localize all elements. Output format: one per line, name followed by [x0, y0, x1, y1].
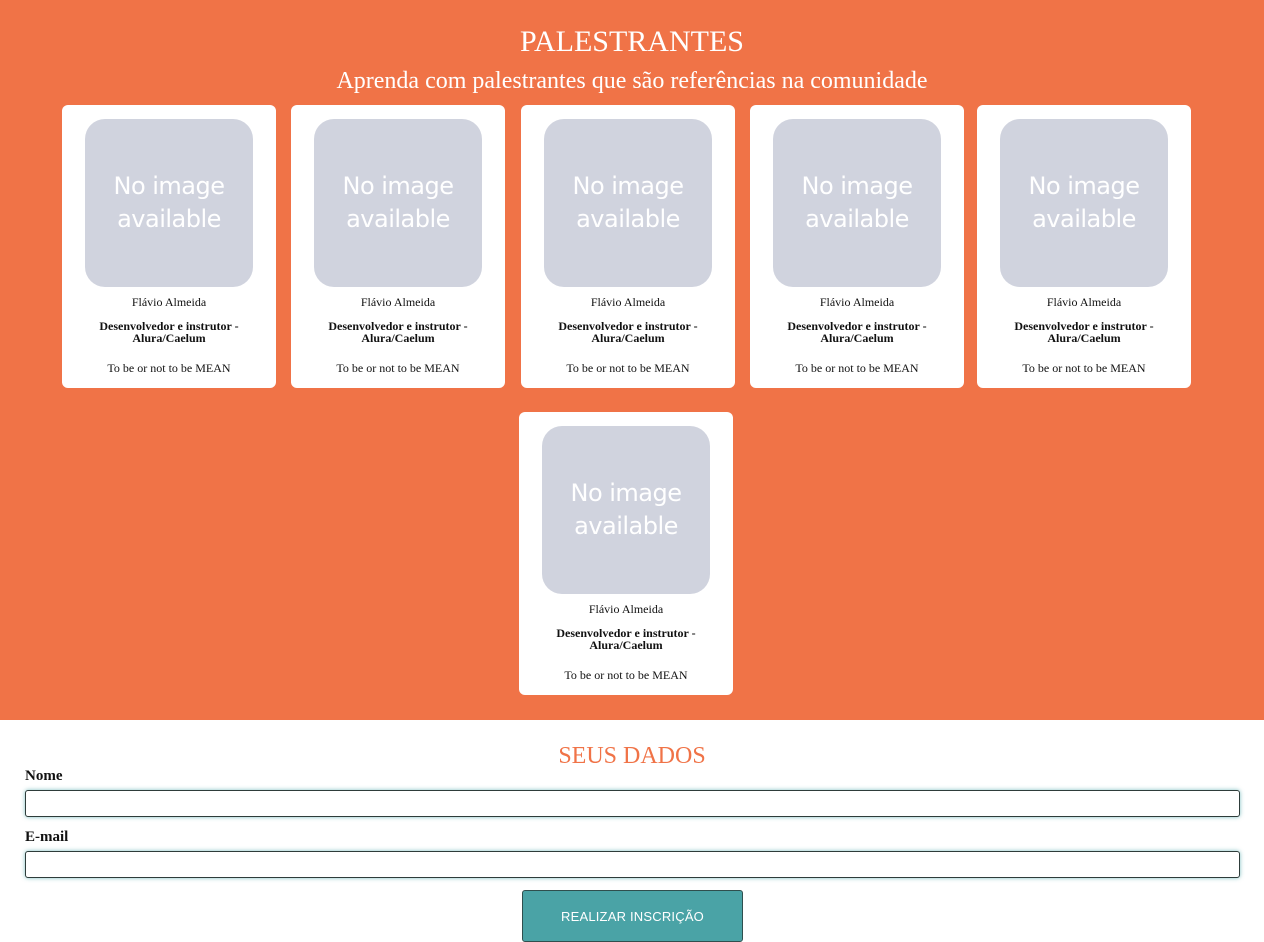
speaker-role: Desenvolvedor e instrutor - Alura/Caelum — [558, 319, 698, 345]
speaker-talk: To be or not to be MEAN — [795, 361, 919, 375]
speaker-role: Desenvolvedor e instrutor - Alura/Caelum — [328, 319, 468, 345]
speaker-name: Flávio Almeida — [819, 295, 895, 309]
speaker-role: Desenvolvedor e instrutor - Alura/Caelum — [99, 319, 239, 345]
speaker-photo-placeholder: No image available — [314, 119, 482, 287]
submit-registration-button[interactable]: REALIZAR INSCRIÇÃO — [522, 890, 743, 942]
speaker-photo-placeholder: No image available — [773, 119, 941, 287]
name-label: Nome — [25, 768, 63, 784]
speaker-name: Flávio Almeida — [1046, 295, 1122, 309]
speaker-card: No image available Flávio Almeida Desenv… — [977, 105, 1191, 388]
speakers-section: PALESTRANTES Aprenda com palestrantes qu… — [0, 0, 1264, 720]
email-input[interactable] — [25, 851, 1240, 878]
speaker-name: Flávio Almeida — [590, 295, 666, 309]
speaker-card: No image available Flávio Almeida Desenv… — [291, 105, 505, 388]
email-label: E-mail — [25, 829, 69, 845]
speaker-role: Desenvolvedor e instrutor - Alura/Caelum — [787, 319, 927, 345]
speakers-subtitle: Aprenda com palestrantes que são referên… — [336, 68, 928, 94]
speaker-role: Desenvolvedor e instrutor - Alura/Caelum — [1014, 319, 1154, 345]
speaker-photo-placeholder: No image available — [85, 119, 253, 287]
speaker-card: No image available Flávio Almeida Desenv… — [62, 105, 276, 388]
speaker-name: Flávio Almeida — [131, 295, 207, 309]
speaker-name: Flávio Almeida — [588, 602, 664, 616]
speaker-name: Flávio Almeida — [360, 295, 436, 309]
speaker-photo-placeholder: No image available — [544, 119, 712, 287]
speaker-talk: To be or not to be MEAN — [336, 361, 460, 375]
speaker-talk: To be or not to be MEAN — [564, 668, 688, 682]
form-title: SEUS DADOS — [558, 743, 706, 769]
speaker-talk: To be or not to be MEAN — [107, 361, 231, 375]
speaker-role: Desenvolvedor e instrutor - Alura/Caelum — [556, 626, 696, 652]
name-input[interactable] — [25, 790, 1240, 817]
speaker-talk: To be or not to be MEAN — [566, 361, 690, 375]
speaker-talk: To be or not to be MEAN — [1022, 361, 1146, 375]
speakers-title: PALESTRANTES — [520, 25, 744, 58]
speaker-card: No image available Flávio Almeida Desenv… — [750, 105, 964, 388]
speaker-card: No image available Flávio Almeida Desenv… — [521, 105, 735, 388]
speaker-photo-placeholder: No image available — [1000, 119, 1168, 287]
speaker-card: No image available Flávio Almeida Desenv… — [519, 412, 733, 695]
speaker-photo-placeholder: No image available — [542, 426, 710, 594]
